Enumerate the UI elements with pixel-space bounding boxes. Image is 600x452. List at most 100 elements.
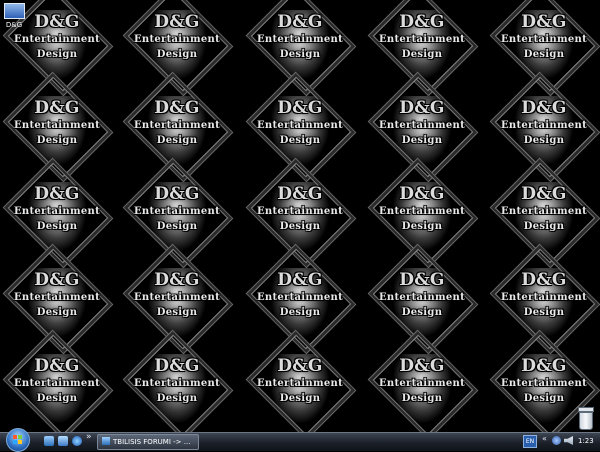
quick-launch-more-button[interactable]: » [86,432,92,442]
tile-logo-text: D&G [154,184,200,204]
tile-logo-subtitle: Entertainment [256,34,344,45]
wallpaper-tile: D&G Entertainment Design [125,0,229,92]
tile-logo-subtitle-2: Design [523,221,565,232]
wallpaper-tile: D&G Entertainment Design [370,76,474,178]
wallpaper-tile: D&G Entertainment Design [370,334,474,432]
wallpaper-tile: D&G Entertainment Design [125,248,229,350]
tile-logo-text: D&G [521,184,567,204]
tile-logo-subtitle: Entertainment [133,206,221,217]
tile-logo-subtitle-2: Design [279,221,321,232]
tile-logo-text: D&G [521,12,567,32]
tile-logo-text: D&G [277,98,323,118]
wallpaper-tile: D&G Entertainment Design [248,162,352,264]
tile-logo-text: D&G [399,356,445,376]
tile-logo-subtitle-2: Design [523,307,565,318]
tile-logo-subtitle: Entertainment [500,34,588,45]
windows-orb-icon [13,435,23,445]
tile-logo-subtitle-2: Design [523,393,565,404]
wallpaper-tile: D&G Entertainment Design [125,334,229,432]
wallpaper-tile: D&G Entertainment Design [370,0,474,92]
tile-logo-subtitle-2: Design [36,49,78,60]
tile-logo-subtitle-2: Design [523,49,565,60]
tile-logo-subtitle-2: Design [279,135,321,146]
wallpaper-tile: D&G Entertainment Design [492,162,596,264]
tile-logo-subtitle-2: Design [401,49,443,60]
taskbar-window-label: TBILISIS FORUMI -> ... [113,438,191,446]
tile-logo-subtitle-2: Design [36,135,78,146]
tile-logo-text: D&G [521,270,567,290]
show-desktop-icon[interactable] [44,436,54,446]
tile-logo-subtitle-2: Design [401,221,443,232]
tile-logo-text: D&G [277,184,323,204]
wallpaper-tile: D&G Entertainment Design [5,76,109,178]
tile-logo-subtitle: Entertainment [378,206,466,217]
tile-logo-subtitle-2: Design [279,393,321,404]
language-indicator[interactable]: EN [523,435,537,448]
tile-logo-subtitle: Entertainment [13,378,101,389]
tile-logo-text: D&G [399,184,445,204]
switch-windows-icon[interactable] [58,436,68,446]
wallpaper-tile: D&G Entertainment Design [125,76,229,178]
wallpaper-tile: D&G Entertainment Design [492,0,596,92]
tile-logo-text: D&G [277,270,323,290]
tile-logo-text: D&G [154,270,200,290]
browser-window-icon [102,437,110,445]
desktop-wallpaper: D&G Entertainment Design D&G Entertainment De… [0,0,600,432]
start-button[interactable] [6,428,30,452]
show-hidden-icons-button[interactable]: « [542,434,547,443]
tile-logo-subtitle: Entertainment [133,120,221,131]
tile-logo-subtitle-2: Design [156,135,198,146]
tile-logo-text: D&G [521,356,567,376]
tile-logo-text: D&G [34,98,80,118]
desktop-icon-dg[interactable]: D&G [2,3,26,29]
tile-logo-subtitle-2: Design [156,221,198,232]
wallpaper-tile: D&G Entertainment Design [248,334,352,432]
tile-logo-subtitle: Entertainment [13,34,101,45]
tile-logo-text: D&G [399,12,445,32]
tile-logo-subtitle-2: Design [156,49,198,60]
tile-logo-subtitle-2: Design [401,135,443,146]
desktop-icon-label: D&G [5,21,23,29]
wallpaper-tile: D&G Entertainment Design [248,0,352,92]
tile-logo-subtitle: Entertainment [378,292,466,303]
tile-logo-subtitle: Entertainment [500,292,588,303]
tile-logo-text: D&G [154,12,200,32]
system-clock[interactable]: 1:23 [578,432,594,450]
tile-logo-subtitle: Entertainment [13,120,101,131]
internet-explorer-icon[interactable] [72,436,82,446]
tile-logo-subtitle: Entertainment [133,292,221,303]
wallpaper-tile: D&G Entertainment Design [5,248,109,350]
tile-logo-subtitle-2: Design [523,135,565,146]
tile-logo-subtitle: Entertainment [256,292,344,303]
tile-logo-subtitle: Entertainment [500,206,588,217]
tile-logo-subtitle-2: Design [36,307,78,318]
tile-logo-subtitle-2: Design [36,393,78,404]
wallpaper-tile: D&G Entertainment Design [370,248,474,350]
wallpaper-tile: D&G Entertainment Design [370,162,474,264]
tile-logo-subtitle-2: Design [401,307,443,318]
tile-logo-subtitle: Entertainment [500,378,588,389]
tile-logo-subtitle: Entertainment [378,34,466,45]
network-icon[interactable] [552,436,561,445]
wallpaper-tile: D&G Entertainment Design [5,162,109,264]
tile-logo-subtitle: Entertainment [378,378,466,389]
wallpaper-tile: D&G Entertainment Design [248,76,352,178]
taskbar-window-button[interactable]: TBILISIS FORUMI -> ... [97,434,199,450]
recycle-bin[interactable] [578,407,594,430]
tile-logo-subtitle-2: Design [156,393,198,404]
tile-logo-subtitle: Entertainment [256,206,344,217]
wallpaper-tile: D&G Entertainment Design [492,76,596,178]
tile-logo-subtitle: Entertainment [378,120,466,131]
tile-logo-subtitle: Entertainment [13,292,101,303]
tile-logo-subtitle-2: Design [36,221,78,232]
tile-logo-subtitle: Entertainment [133,34,221,45]
tile-logo-text: D&G [34,270,80,290]
tile-logo-text: D&G [34,356,80,376]
tile-logo-subtitle: Entertainment [500,120,588,131]
tile-logo-text: D&G [34,184,80,204]
recycle-bin-icon [579,412,593,430]
tile-logo-text: D&G [399,270,445,290]
tile-logo-text: D&G [154,98,200,118]
tile-logo-subtitle-2: Design [401,393,443,404]
tile-logo-subtitle-2: Design [279,49,321,60]
